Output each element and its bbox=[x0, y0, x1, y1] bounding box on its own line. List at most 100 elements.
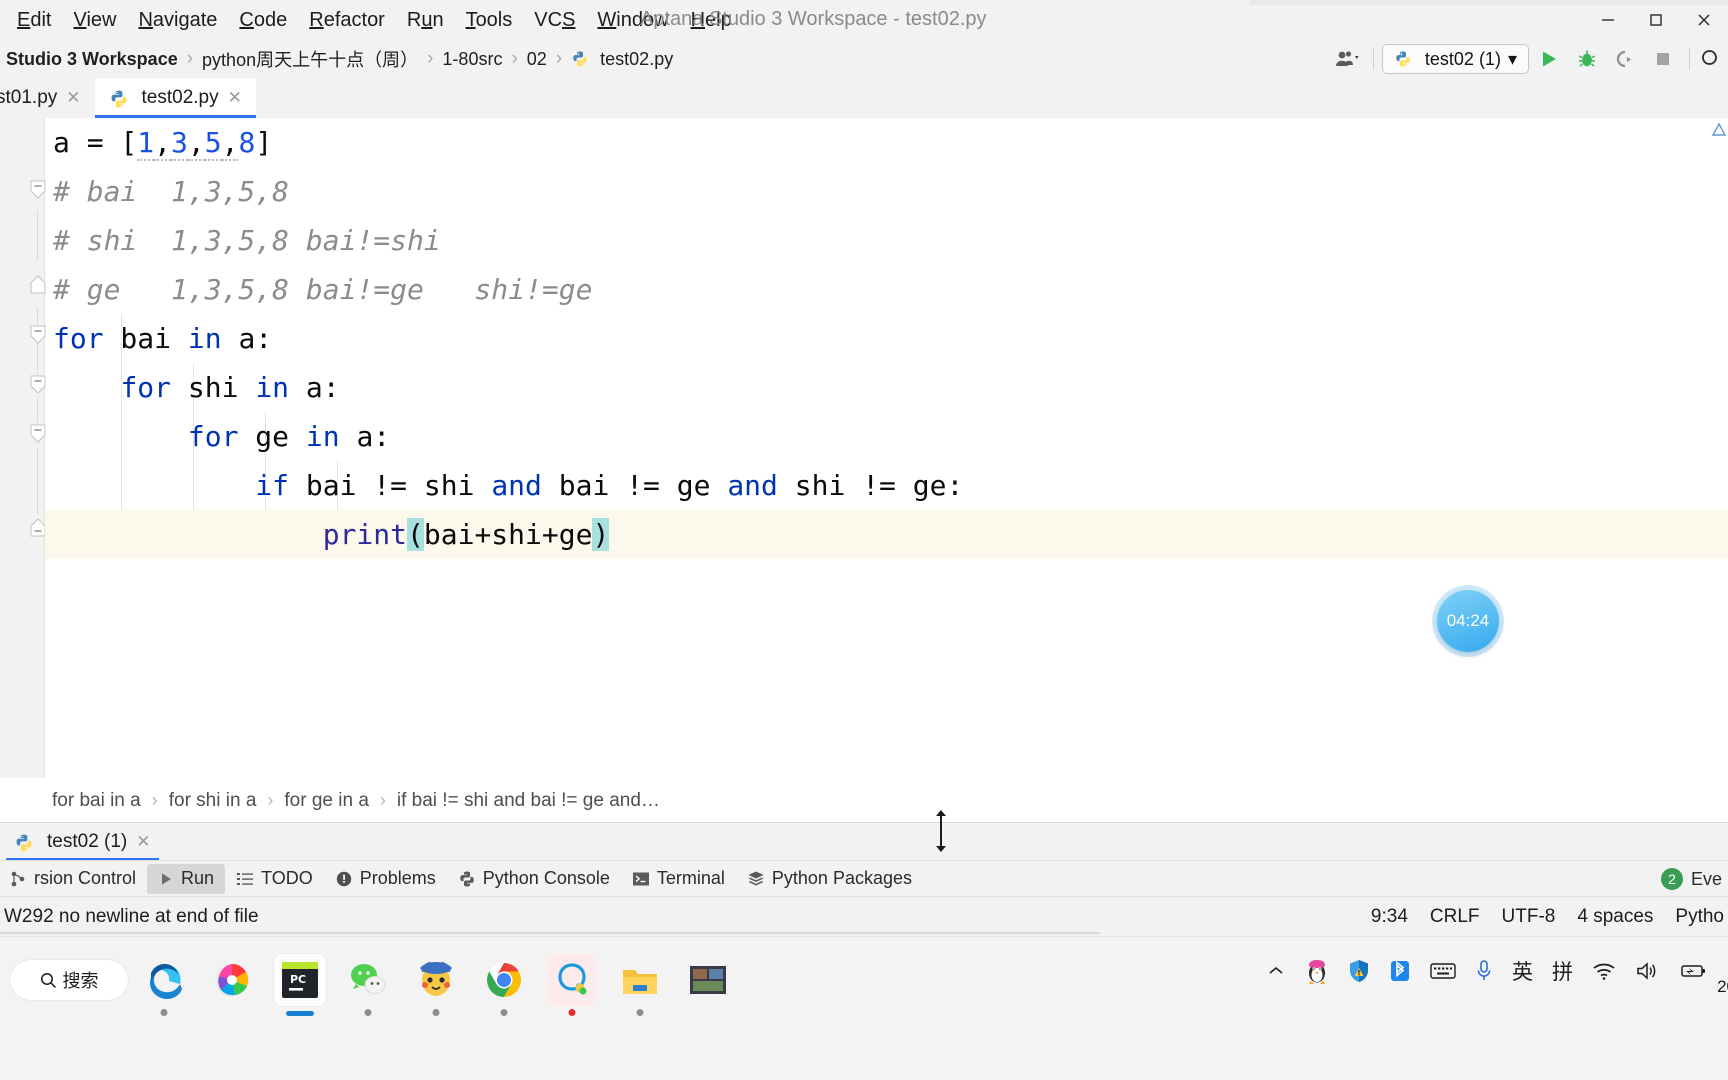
close-icon[interactable]: ✕ bbox=[136, 832, 150, 852]
editor-breadcrumb-item-for-shi[interactable]: for shi in a bbox=[169, 790, 257, 812]
breadcrumb-separator: › bbox=[379, 790, 386, 810]
python-file-icon bbox=[14, 833, 32, 851]
caret-position[interactable]: 9:34 bbox=[1371, 906, 1408, 928]
run-coverage-button[interactable] bbox=[1607, 43, 1643, 75]
running-indicator bbox=[286, 1011, 314, 1016]
close-button[interactable] bbox=[1680, 0, 1728, 40]
edge-icon bbox=[150, 963, 182, 999]
event-log-label[interactable]: Eve bbox=[1691, 869, 1722, 890]
file-encoding[interactable]: UTF-8 bbox=[1502, 906, 1556, 928]
run-configuration-selector[interactable]: test02 (1) ▾ bbox=[1381, 44, 1529, 74]
code-line[interactable]: # shi 1,3,5,8 bai!=shi bbox=[45, 216, 1728, 265]
menu-code[interactable]: Code bbox=[228, 5, 298, 36]
tray-volume-icon[interactable] bbox=[1635, 961, 1659, 981]
floating-timer-bubble[interactable]: 04:24 bbox=[1437, 590, 1499, 652]
code-line[interactable]: # ge 1,3,5,8 bai!=ge shi!=ge bbox=[45, 265, 1728, 314]
tray-qq-penguin-icon[interactable] bbox=[1305, 958, 1329, 984]
title-menu-bar: Edit View Navigate Code Refactor Run Too… bbox=[0, 0, 1728, 40]
editor-tab-test01[interactable]: st01.py ✕ bbox=[0, 78, 95, 118]
code-keyword-and: and bbox=[727, 469, 778, 502]
taskbar-app-pikachu[interactable] bbox=[410, 954, 462, 1016]
code-line[interactable]: # bai 1,3,5,8 bbox=[45, 167, 1728, 216]
tool-window-todo[interactable]: TODO bbox=[225, 864, 324, 894]
interpreter-selector[interactable]: Pytho bbox=[1675, 906, 1724, 928]
tool-window-terminal[interactable]: Terminal bbox=[621, 864, 736, 894]
editor-breadcrumb-item-if[interactable]: if bai != shi and bai != ge and… bbox=[397, 790, 660, 812]
line-separator[interactable]: CRLF bbox=[1430, 906, 1480, 928]
code-line[interactable]: a = [1,3,5,8] bbox=[45, 118, 1728, 167]
tray-bluetooth-icon[interactable] bbox=[1389, 959, 1411, 983]
tool-window-version-control[interactable]: rsion Control bbox=[0, 864, 147, 894]
taskbar-app-pycharm[interactable]: PC bbox=[274, 954, 326, 1016]
taskbar-app-wechat[interactable] bbox=[342, 954, 394, 1016]
code-line-current[interactable]: print(bai+shi+ge) bbox=[45, 510, 1728, 559]
close-icon[interactable]: ✕ bbox=[228, 88, 242, 108]
stop-button[interactable] bbox=[1645, 43, 1681, 75]
tray-ime-lang-icon[interactable]: 英 bbox=[1512, 956, 1533, 986]
code-line[interactable]: for ge in a: bbox=[45, 412, 1728, 461]
close-icon[interactable]: ✕ bbox=[66, 88, 80, 108]
taskbar-search[interactable]: 搜索 bbox=[10, 960, 128, 1000]
menu-tools[interactable]: Tools bbox=[455, 5, 524, 36]
editor-tab-test02[interactable]: test02.py ✕ bbox=[94, 78, 257, 118]
tray-overflow-icon[interactable] bbox=[1266, 961, 1286, 981]
menu-vcs[interactable]: VCS bbox=[523, 5, 586, 36]
taskbar-app-photos[interactable] bbox=[206, 954, 258, 1006]
taskbar-app-chrome[interactable] bbox=[478, 954, 530, 1016]
breadcrumb-item-src[interactable]: 1-80src bbox=[438, 49, 506, 70]
breadcrumb-item-project[interactable]: python周天上午十点（周） bbox=[198, 46, 422, 72]
menu-view[interactable]: View bbox=[62, 5, 127, 36]
menu-refactor[interactable]: Refactor bbox=[298, 5, 396, 36]
taskbar-divider bbox=[0, 936, 1728, 937]
tool-window-python-console[interactable]: Python Console bbox=[447, 864, 621, 894]
code-keyword-if: if bbox=[255, 469, 290, 502]
code-line[interactable]: for shi in a: bbox=[45, 363, 1728, 412]
editor-tab-bar: st01.py ✕ test02.py ✕ bbox=[0, 78, 1728, 118]
tool-window-problems[interactable]: Problems bbox=[324, 864, 447, 894]
editor-error-stripe[interactable] bbox=[1711, 122, 1727, 140]
tool-window-run[interactable]: Run bbox=[147, 863, 226, 894]
search-everywhere-button[interactable] bbox=[1698, 43, 1724, 75]
debug-button[interactable] bbox=[1569, 43, 1605, 75]
tray-wifi-icon[interactable] bbox=[1592, 961, 1616, 981]
tray-microphone-icon[interactable] bbox=[1475, 959, 1493, 983]
run-window-tab[interactable]: test02 (1) ✕ bbox=[0, 823, 165, 861]
taskbar-app-qq[interactable] bbox=[546, 954, 598, 1016]
qq-icon bbox=[558, 963, 587, 995]
notification-badge[interactable]: 2 bbox=[1660, 868, 1683, 890]
maximize-button[interactable] bbox=[1632, 0, 1680, 40]
code-comment: # shi 1,3,5,8 bai!=shi bbox=[53, 224, 441, 257]
code-line[interactable]: if bai != shi and bai != ge and shi != g… bbox=[45, 461, 1728, 510]
indent-setting[interactable]: 4 spaces bbox=[1577, 906, 1653, 928]
chevron-down-icon: ▾ bbox=[1507, 48, 1517, 69]
tray-keyboard-icon[interactable] bbox=[1430, 961, 1456, 981]
editor-breadcrumb-item-for-ge[interactable]: for ge in a bbox=[284, 790, 369, 812]
run-button[interactable] bbox=[1531, 43, 1567, 75]
breadcrumb-item-folder[interactable]: 02 bbox=[523, 49, 551, 70]
menu-run[interactable]: Run bbox=[396, 5, 455, 36]
tray-ime-pinyin-icon[interactable]: 拼 bbox=[1552, 956, 1573, 986]
tool-window-label: TODO bbox=[261, 868, 313, 888]
editor-breadcrumb-item-for-bai[interactable]: for bai in a bbox=[52, 790, 141, 812]
taskbar-app-edge[interactable] bbox=[138, 954, 190, 1016]
problems-icon bbox=[336, 871, 351, 886]
account-settings-button[interactable] bbox=[1329, 43, 1365, 75]
menu-navigate[interactable]: Navigate bbox=[127, 5, 228, 36]
panel-resize-handle[interactable] bbox=[930, 810, 952, 858]
menu-edit[interactable]: Edit bbox=[6, 5, 62, 36]
code-editor[interactable]: a = [1,3,5,8] # bai 1,3,5,8 # shi 1,3,5,… bbox=[0, 118, 1728, 778]
editor-tab-label: test02.py bbox=[141, 87, 219, 108]
code-line[interactable]: for bai in a: bbox=[45, 314, 1728, 363]
tray-battery-icon[interactable] bbox=[1678, 962, 1706, 980]
breadcrumb-item-file[interactable]: test02.py bbox=[567, 49, 677, 70]
run-window-tab-label: test02 (1) bbox=[47, 830, 128, 852]
taskbar-app-explorer[interactable] bbox=[614, 954, 666, 1016]
minimize-button[interactable] bbox=[1584, 0, 1632, 40]
breadcrumb-item-workspace[interactable]: Studio 3 Workspace bbox=[2, 49, 182, 70]
taskbar-app-media[interactable] bbox=[682, 954, 734, 1006]
taskbar-clock[interactable]: 20 bbox=[1717, 976, 1728, 997]
code-comment: # bai 1,3,5,8 bbox=[53, 175, 290, 208]
tool-window-python-packages[interactable]: Python Packages bbox=[736, 864, 923, 894]
tray-defender-icon[interactable] bbox=[1348, 959, 1370, 983]
code-content[interactable]: a = [1,3,5,8] # bai 1,3,5,8 # shi 1,3,5,… bbox=[45, 118, 1728, 778]
